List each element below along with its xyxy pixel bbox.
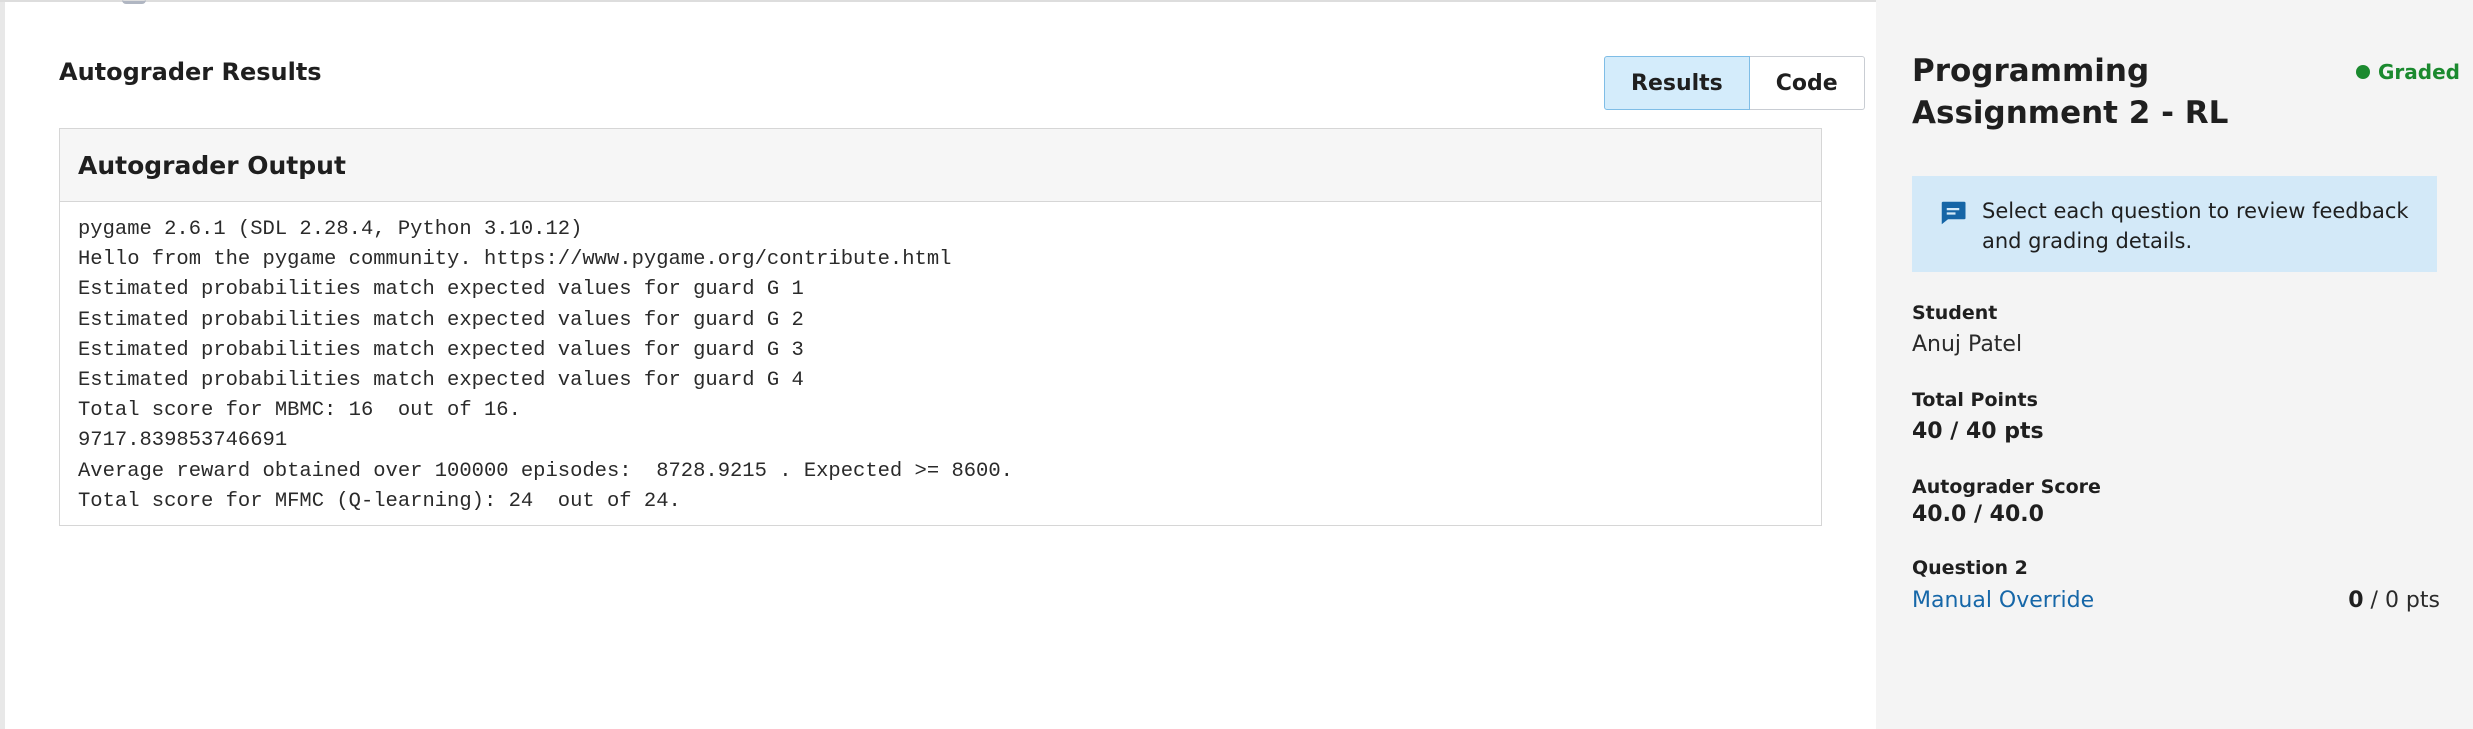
autograder-score-value: 40.0 / 40.0 (1912, 502, 2044, 527)
view-toggle: Results Code (1604, 56, 1865, 110)
student-name: Anuj Patel (1912, 332, 2023, 357)
output-header: Autograder Output (60, 129, 1821, 202)
output-line: Total score for MBMC: 16 out of 16. (78, 399, 521, 423)
page-title: Autograder Results (59, 58, 322, 86)
autograder-score-label: Autograder Score (1912, 476, 2101, 498)
output-header-title: Autograder Output (78, 150, 346, 180)
manual-override-link[interactable]: Manual Override (1912, 588, 2094, 613)
question-label: Question 2 (1912, 557, 2028, 579)
tab-results[interactable]: Results (1604, 56, 1750, 110)
main-content: Autograder Results Results Code Autograd… (59, 0, 1865, 729)
submission-sidebar: Programming Assignment 2 - RL Graded Sel… (1876, 0, 2473, 729)
output-line: 9717.839853746691 (78, 429, 288, 453)
student-label: Student (1912, 302, 1998, 324)
output-line: Estimated probabilities match expected v… (78, 308, 804, 332)
tab-code[interactable]: Code (1749, 56, 1865, 110)
page: Autograder Results Results Code Autograd… (0, 0, 2473, 729)
status-text: Graded (2378, 60, 2460, 84)
output-line: pygame 2.6.1 (SDL 2.28.4, Python 3.10.12… (78, 218, 583, 241)
question-score-total: / 0 pts (2363, 588, 2440, 613)
assignment-title: Programming Assignment 2 - RL (1912, 53, 2229, 131)
output-line: Estimated probabilities match expected v… (78, 338, 804, 362)
total-points-label: Total Points (1912, 389, 2038, 411)
output-line: Hello from the pygame community. https:/… (78, 248, 952, 272)
autograder-output-panel: Autograder Output pygame 2.6.1 (SDL 2.28… (59, 128, 1822, 526)
status-badge: Graded (2356, 60, 2460, 84)
notice-text: Select each question to review feedback … (1982, 199, 2409, 253)
output-body: pygame 2.6.1 (SDL 2.28.4, Python 3.10.12… (60, 202, 1821, 517)
left-edge-divider (0, 0, 5, 729)
output-line: Average reward obtained over 100000 epis… (78, 459, 1013, 483)
total-points-value: 40 / 40 pts (1912, 419, 2044, 444)
feedback-notice: Select each question to review feedback … (1912, 176, 2437, 272)
chat-bubble-icon (1941, 201, 1966, 225)
output-line: Estimated probabilities match expected v… (78, 278, 804, 302)
status-dot-icon (2356, 65, 2370, 79)
question-score-earned: 0 (2348, 588, 2364, 613)
output-line: Total score for MFMC (Q-learning): 24 ou… (78, 489, 681, 513)
output-line: Estimated probabilities match expected v… (78, 369, 804, 393)
question-score: 0 / 0 pts (2348, 588, 2440, 613)
